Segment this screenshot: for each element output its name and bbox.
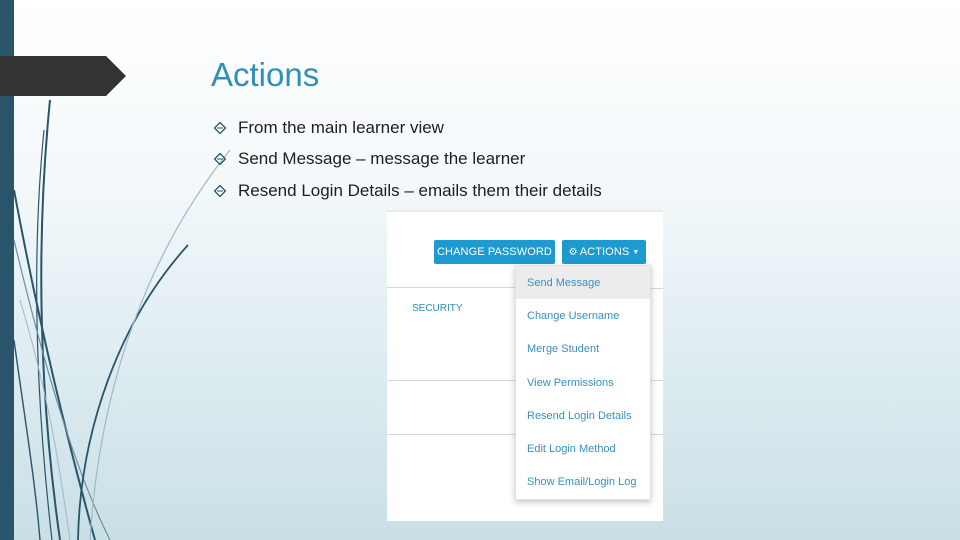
divider	[387, 434, 515, 435]
title-tab-shape	[0, 56, 126, 96]
embedded-screenshot: CHANGE PASSWORD ⚙ ACTIONS ▼ SECURITY Sen…	[387, 210, 663, 521]
actions-dropdown-menu: Send Message Change Username Merge Stude…	[515, 265, 651, 500]
menu-item-edit-login-method[interactable]: Edit Login Method	[516, 432, 650, 465]
menu-item-show-email-login-log[interactable]: Show Email/Login Log	[516, 466, 650, 499]
bullet-text: Resend Login Details – emails them their…	[238, 180, 602, 200]
diamond-bullet-icon	[214, 184, 226, 197]
menu-item-view-permissions[interactable]: View Permissions	[516, 366, 650, 399]
diamond-bullet-icon	[214, 121, 226, 134]
security-section-label: SECURITY	[412, 303, 463, 314]
change-password-button[interactable]: CHANGE PASSWORD	[434, 240, 555, 264]
bullet-item: Send Message – message the learner	[214, 144, 602, 176]
bullet-item: From the main learner view	[214, 112, 602, 144]
menu-item-resend-login-details[interactable]: Resend Login Details	[516, 399, 650, 432]
menu-item-change-username[interactable]: Change Username	[516, 299, 650, 332]
menu-item-merge-student[interactable]: Merge Student	[516, 333, 650, 366]
change-password-label: CHANGE PASSWORD	[437, 246, 552, 258]
menu-item-send-message[interactable]: Send Message	[516, 266, 650, 300]
actions-button[interactable]: ⚙ ACTIONS ▼	[562, 240, 646, 264]
gear-icon: ⚙	[568, 246, 578, 258]
bullet-list: From the main learner view Send Message …	[214, 112, 602, 207]
bullet-text: From the main learner view	[238, 117, 444, 137]
divider	[387, 210, 663, 212]
actions-label: ACTIONS	[579, 246, 630, 258]
divider	[649, 380, 663, 381]
divider	[649, 434, 663, 435]
divider	[387, 287, 515, 288]
caret-down-icon: ▼	[632, 248, 640, 256]
divider	[387, 380, 515, 381]
bullet-text: Send Message – message the learner	[238, 149, 526, 169]
slide-title: Actions	[211, 56, 320, 93]
bullet-item: Resend Login Details – emails them their…	[214, 175, 602, 207]
divider	[649, 288, 663, 289]
diamond-bullet-icon	[214, 153, 226, 166]
